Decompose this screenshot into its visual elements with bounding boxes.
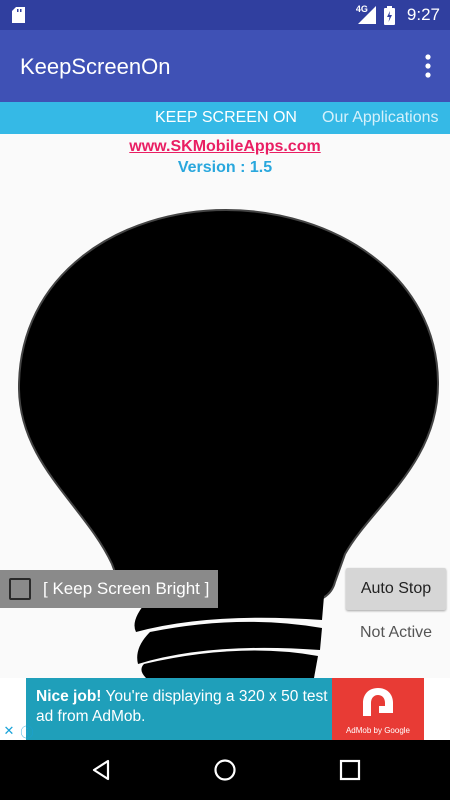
back-icon[interactable] — [88, 758, 114, 782]
ad-headline: Nice job! — [36, 688, 102, 705]
network-type-label: 4G — [355, 4, 368, 14]
ad-choices: ✕ ⓘ — [0, 722, 40, 740]
navigation-bar — [0, 740, 450, 800]
app-title: KeepScreenOn — [20, 54, 171, 79]
recents-icon[interactable] — [337, 758, 363, 782]
close-icon[interactable]: ✕ — [0, 722, 18, 740]
sd-card-icon — [12, 7, 25, 23]
status-bar: 4G 9:27 — [0, 0, 450, 30]
admob-caption: AdMob by Google — [345, 726, 411, 735]
keep-screen-bright-checkbox[interactable]: [ Keep Screen Bright ] — [0, 570, 218, 608]
info-icon[interactable]: ⓘ — [18, 722, 36, 740]
ad-banner: Nice job! You're displaying a 320 x 50 t… — [0, 678, 450, 740]
main-content: www.SKMobileApps.com Version : 1.5 [ Kee… — [0, 134, 450, 678]
tab-bar: KEEP SCREEN ON Our Applications — [0, 102, 450, 134]
status-clock: 9:27 — [406, 5, 440, 24]
ad-text: Nice job! You're displaying a 320 x 50 t… — [36, 687, 336, 727]
version-text: Version : 1.5 — [177, 159, 273, 176]
admob-logo: AdMob by Google — [332, 678, 424, 740]
battery-icon — [383, 5, 395, 25]
status-text: Not Active — [359, 624, 433, 641]
admob-logo-icon — [363, 688, 393, 716]
tab-our-applications[interactable]: Our Applications — [322, 109, 439, 127]
tab-keep-screen-on[interactable]: KEEP SCREEN ON — [155, 109, 297, 127]
status-icons: 4G 9:27 — [356, 0, 440, 30]
auto-stop-button[interactable]: Auto Stop — [346, 568, 446, 610]
home-icon[interactable] — [212, 758, 238, 782]
website-link[interactable]: www.SKMobileApps.com — [0, 138, 450, 156]
checkbox-label: [ Keep Screen Bright ] — [43, 579, 210, 598]
checkbox-box[interactable] — [9, 578, 31, 600]
overflow-menu-icon[interactable] — [420, 52, 436, 80]
test-ad[interactable]: Nice job! You're displaying a 320 x 50 t… — [26, 678, 424, 740]
app-bar: KeepScreenOn — [0, 30, 450, 102]
